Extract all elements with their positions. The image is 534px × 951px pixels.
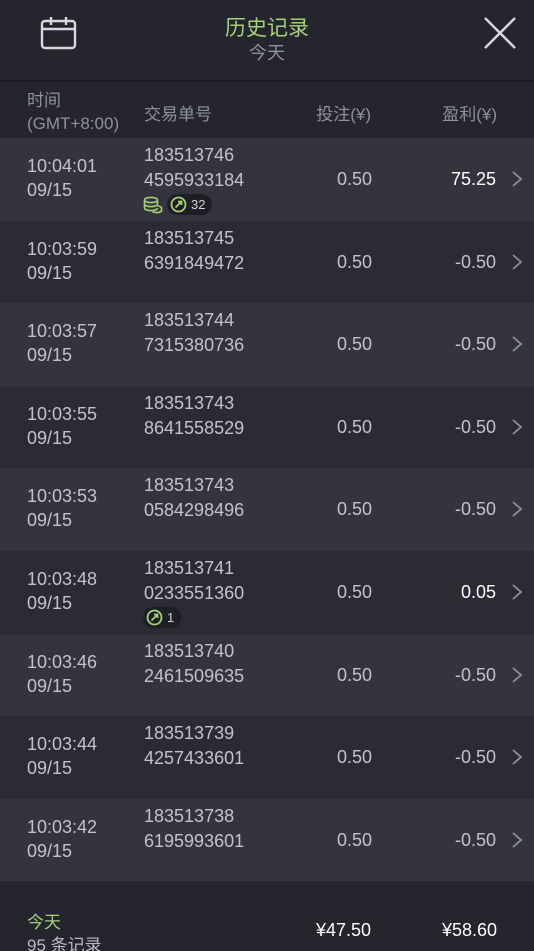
row-time: 10:03:46 bbox=[27, 651, 98, 672]
row-bet: 0.50 bbox=[336, 334, 372, 355]
row-order-id: 183513741 bbox=[144, 557, 235, 578]
history-list: 10:04:01 09/15 183513746 4595933184 32 0.50 75… bbox=[0, 138, 534, 882]
chevron-right-icon bbox=[512, 253, 523, 270]
total-bet: ¥47.50 bbox=[315, 920, 371, 940]
row-order-id: 183513743 bbox=[144, 475, 235, 496]
row-order-id-suffix: 2461509635 bbox=[144, 665, 245, 686]
row-date: 09/15 bbox=[27, 427, 73, 448]
row-date: 09/15 bbox=[27, 675, 73, 696]
row-bet: 0.50 bbox=[336, 829, 372, 850]
row-time: 10:03:53 bbox=[27, 486, 98, 507]
row-date: 09/15 bbox=[27, 180, 73, 200]
row-date: 09/15 bbox=[27, 510, 73, 531]
table-row[interactable]: 10:03:53 09/15 183513743 0584298496 0.50 -0.5… bbox=[0, 468, 534, 551]
free-spin-icon bbox=[146, 609, 163, 626]
row-order-id: 183513744 bbox=[144, 310, 235, 331]
row-bet: 0.50 bbox=[336, 416, 372, 437]
chevron-right-icon bbox=[512, 584, 523, 600]
coins-icon bbox=[143, 196, 163, 213]
date-filter-label: 今天 bbox=[249, 43, 285, 63]
row-bet: 0.50 bbox=[336, 251, 372, 272]
row-profit: -0.50 bbox=[454, 664, 496, 685]
chevron-right-icon bbox=[512, 171, 523, 187]
row-order-id: 183513739 bbox=[144, 723, 235, 744]
row-profit: -0.50 bbox=[454, 251, 496, 272]
table-row[interactable]: 10:03:42 09/15 183513738 6195993601 0.50 -0.5… bbox=[0, 798, 534, 882]
row-bet: 0.50 bbox=[336, 581, 372, 602]
column-profit-label: 盈利(¥) bbox=[442, 105, 497, 124]
row-time: 10:04:01 bbox=[27, 156, 98, 176]
table-row[interactable]: 10:03:57 09/15 183513744 7315380736 0.50 -0.5… bbox=[0, 303, 534, 386]
row-profit: -0.50 bbox=[454, 499, 496, 520]
table-row[interactable]: 10:04:01 09/15 183513746 4595933184 32 0.50 75… bbox=[0, 138, 534, 221]
row-time: 10:03:44 bbox=[27, 734, 98, 755]
free-spin-count: 32 bbox=[191, 197, 206, 212]
row-time: 10:03:48 bbox=[27, 568, 98, 589]
free-spin-badge: 32 bbox=[167, 194, 213, 215]
chevron-right-icon bbox=[512, 832, 523, 848]
row-date: 09/15 bbox=[27, 840, 73, 861]
column-headers: 时间 (GMT+8:00) 交易单号 投注(¥) 盈利(¥) bbox=[0, 80, 534, 138]
table-row[interactable]: 10:03:55 09/15 183513743 8641558529 0.50 -0.5… bbox=[0, 385, 534, 469]
row-date: 09/15 bbox=[27, 758, 73, 779]
close-icon[interactable] bbox=[482, 15, 518, 51]
row-badges: 32 bbox=[143, 194, 213, 215]
row-badges: 1 bbox=[143, 606, 182, 628]
row-date: 09/15 bbox=[27, 592, 73, 613]
row-order-id: 183513738 bbox=[144, 805, 235, 826]
row-order-id-suffix: 4595933184 bbox=[144, 170, 245, 190]
row-profit: -0.50 bbox=[454, 416, 496, 437]
chevron-right-icon bbox=[512, 501, 523, 518]
row-profit: 0.05 bbox=[460, 581, 496, 602]
free-spin-icon bbox=[170, 196, 187, 213]
chevron-right-icon bbox=[512, 336, 523, 352]
row-date: 09/15 bbox=[27, 345, 73, 366]
row-time: 10:03:55 bbox=[27, 403, 98, 424]
row-order-id-suffix: 6195993601 bbox=[144, 830, 245, 851]
free-spin-count: 1 bbox=[167, 609, 175, 625]
column-time-label: 时间 bbox=[27, 91, 61, 110]
table-row[interactable]: 10:03:48 09/15 183513741 0233551360 1 0.50 0.0… bbox=[0, 550, 534, 634]
row-order-id: 183513745 bbox=[144, 227, 235, 248]
column-bet-label: 投注(¥) bbox=[316, 105, 371, 124]
row-order-id-suffix: 6391849472 bbox=[144, 252, 245, 273]
chevron-right-icon bbox=[512, 666, 523, 683]
row-order-id-suffix: 7315380736 bbox=[144, 335, 245, 356]
row-order-id-suffix: 0584298496 bbox=[144, 500, 245, 521]
column-timezone-label: (GMT+8:00) bbox=[27, 114, 120, 133]
row-order-id-suffix: 4257433601 bbox=[144, 748, 245, 769]
table-row[interactable]: 10:03:59 09/15 183513745 6391849472 0.50 -0.5… bbox=[0, 220, 534, 304]
total-profit: ¥58.60 bbox=[441, 920, 497, 940]
row-profit: -0.50 bbox=[454, 747, 496, 768]
row-time: 10:03:57 bbox=[27, 321, 98, 342]
row-profit: -0.50 bbox=[454, 829, 496, 850]
chevron-right-icon bbox=[512, 419, 523, 435]
summary-period-label: 今天 bbox=[27, 913, 61, 932]
page-title: 历史记录 bbox=[225, 17, 309, 40]
row-bet: 0.50 bbox=[336, 499, 372, 520]
row-profit: -0.50 bbox=[454, 334, 496, 355]
record-count: 95 条记录 bbox=[27, 936, 102, 951]
chevron-right-icon bbox=[512, 749, 523, 765]
header-bar: 历史记录 今天 bbox=[0, 0, 534, 80]
table-row[interactable]: 10:03:46 09/15 183513740 2461509635 0.50 -0.5… bbox=[0, 633, 534, 717]
row-bet: 0.50 bbox=[336, 169, 372, 189]
row-order-id: 183513746 bbox=[144, 145, 235, 165]
summary-footer: 今天 95 条记录 ¥47.50 ¥58.60 bbox=[0, 893, 534, 951]
row-order-id-suffix: 0233551360 bbox=[144, 582, 245, 603]
row-order-id: 183513743 bbox=[144, 392, 235, 413]
row-date: 09/15 bbox=[27, 262, 73, 283]
column-order-label: 交易单号 bbox=[144, 105, 212, 124]
row-order-id-suffix: 8641558529 bbox=[144, 417, 245, 438]
row-time: 10:03:59 bbox=[27, 238, 98, 259]
free-spin-badge: 1 bbox=[143, 606, 182, 628]
row-time: 10:03:42 bbox=[27, 816, 98, 837]
row-order-id: 183513740 bbox=[144, 640, 235, 661]
row-bet: 0.50 bbox=[336, 747, 372, 768]
row-profit: 75.25 bbox=[450, 169, 496, 189]
table-row[interactable]: 10:03:44 09/15 183513739 4257433601 0.50 -0.5… bbox=[0, 716, 534, 799]
row-bet: 0.50 bbox=[336, 664, 372, 685]
